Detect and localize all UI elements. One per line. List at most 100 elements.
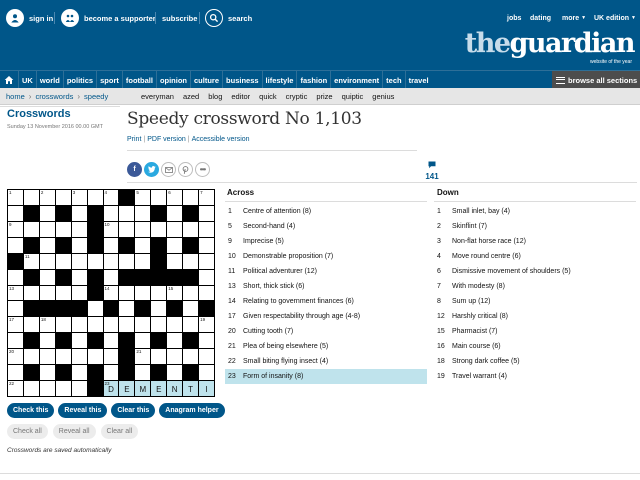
grid-cell[interactable]	[71, 381, 87, 396]
pinterest-icon[interactable]	[178, 162, 193, 177]
down-clue[interactable]: 12 Harshly critical (8)	[434, 309, 636, 324]
breadcrumb-speedy[interactable]: speedy	[84, 92, 108, 101]
grid-cell[interactable]	[87, 349, 103, 365]
check-all-button[interactable]: Check all	[7, 424, 48, 439]
clear-this-button[interactable]: Clear this	[111, 403, 156, 418]
become-supporter-link[interactable]: become a supporter	[61, 7, 156, 29]
nav-item-business[interactable]: business	[222, 71, 262, 89]
grid-cell[interactable]	[167, 365, 183, 381]
email-icon[interactable]	[161, 162, 176, 177]
grid-cell[interactable]	[71, 269, 87, 285]
grid-cell[interactable]: 17	[8, 317, 23, 333]
across-clue[interactable]: 17 Given respectability through age (4-8)	[225, 309, 427, 324]
down-clue[interactable]: 1 Small inlet, bay (4)	[434, 204, 636, 219]
subnav-prize[interactable]: prize	[316, 92, 332, 101]
grid-cell[interactable]	[39, 221, 55, 237]
grid-cell[interactable]	[119, 205, 135, 221]
check-this-button[interactable]: Check this	[7, 403, 55, 418]
nav-item-fashion[interactable]: fashion	[296, 71, 330, 89]
nav-item-world[interactable]: world	[35, 71, 63, 89]
grid-cell[interactable]	[23, 317, 39, 333]
grid-cell[interactable]	[55, 253, 71, 269]
down-clue[interactable]: 18 Strong dark coffee (5)	[434, 354, 636, 369]
grid-cell[interactable]	[119, 301, 135, 317]
grid-cell[interactable]	[167, 317, 183, 333]
crossword-grid[interactable]: 1 2 3 4 5 6 7 9 10 11 13 14 15 17 18 19 20 21 22 23 D E M E N T I	[7, 189, 215, 397]
nav-item-tech[interactable]: tech	[382, 71, 404, 89]
sign-in-link[interactable]: sign in	[6, 7, 53, 29]
clear-all-button[interactable]: Clear all	[100, 424, 139, 439]
grid-cell[interactable]: 15	[167, 285, 183, 301]
subscribe-link[interactable]: subscribe	[162, 7, 197, 29]
grid-cell[interactable]	[71, 333, 87, 349]
grid-cell[interactable]	[151, 221, 167, 237]
dating-link[interactable]: dating	[530, 7, 551, 29]
comments-link[interactable]: 141	[424, 161, 440, 181]
grid-cell[interactable]	[71, 365, 87, 381]
grid-cell[interactable]	[39, 285, 55, 301]
grid-cell[interactable]	[71, 221, 87, 237]
grid-cell[interactable]: 1	[8, 190, 23, 205]
down-clue[interactable]: 16 Main course (6)	[434, 339, 636, 354]
grid-cell[interactable]	[55, 221, 71, 237]
subnav-cryptic[interactable]: cryptic	[286, 92, 308, 101]
grid-cell[interactable]	[103, 365, 119, 381]
across-clue[interactable]: 23 Form of insanity (8)	[225, 369, 427, 384]
grid-cell[interactable]	[103, 333, 119, 349]
grid-cell[interactable]	[39, 365, 55, 381]
nav-item-travel[interactable]: travel	[404, 71, 432, 89]
grid-cell[interactable]	[8, 269, 23, 285]
grid-cell[interactable]: T	[183, 381, 199, 396]
nav-item-football[interactable]: football	[121, 71, 156, 89]
grid-cell[interactable]	[23, 221, 39, 237]
subnav-genius[interactable]: genius	[372, 92, 394, 101]
grid-cell[interactable]	[87, 253, 103, 269]
grid-cell[interactable]	[8, 333, 23, 349]
grid-cell[interactable]	[87, 317, 103, 333]
grid-cell[interactable]	[71, 205, 87, 221]
across-clue[interactable]: 20 Cutting tooth (7)	[225, 324, 427, 339]
twitter-icon[interactable]	[144, 162, 159, 177]
subnav-everyman[interactable]: everyman	[141, 92, 174, 101]
down-clue[interactable]: 15 Pharmacist (7)	[434, 324, 636, 339]
grid-cell[interactable]: 18	[39, 317, 55, 333]
grid-cell[interactable]: 14	[103, 285, 119, 301]
grid-cell[interactable]	[151, 349, 167, 365]
grid-cell[interactable]	[103, 237, 119, 253]
grid-cell[interactable]	[71, 285, 87, 301]
grid-cell[interactable]	[87, 190, 103, 205]
grid-cell[interactable]	[103, 205, 119, 221]
across-clue[interactable]: 14 Relating to government finances (6)	[225, 294, 427, 309]
grid-cell[interactable]	[39, 381, 55, 396]
nav-item-culture[interactable]: culture	[190, 71, 222, 89]
grid-cell[interactable]	[55, 381, 71, 396]
jobs-link[interactable]: jobs	[507, 7, 521, 29]
grid-cell[interactable]: 9	[8, 221, 23, 237]
grid-cell[interactable]	[23, 349, 39, 365]
grid-cell[interactable]: 3	[71, 190, 87, 205]
grid-cell[interactable]: 23 D	[103, 381, 119, 396]
grid-cell[interactable]	[135, 317, 151, 333]
grid-cell[interactable]	[183, 253, 199, 269]
grid-cell[interactable]: 6	[167, 190, 183, 205]
down-clue[interactable]: 6 Dismissive movement of shoulders (5)	[434, 264, 636, 279]
grid-cell[interactable]	[151, 190, 167, 205]
grid-cell[interactable]: 4	[103, 190, 119, 205]
grid-cell[interactable]	[39, 333, 55, 349]
grid-cell[interactable]	[199, 221, 214, 237]
grid-cell[interactable]	[199, 333, 214, 349]
subnav-blog[interactable]: blog	[208, 92, 222, 101]
grid-cell[interactable]: M	[135, 381, 151, 396]
down-clue[interactable]: 4 Move round centre (6)	[434, 249, 636, 264]
grid-cell[interactable]	[151, 301, 167, 317]
grid-cell[interactable]	[183, 190, 199, 205]
grid-cell[interactable]: 10	[103, 221, 119, 237]
across-clue[interactable]: 9 Imprecise (5)	[225, 234, 427, 249]
subnav-azed[interactable]: azed	[183, 92, 199, 101]
grid-cell[interactable]	[39, 253, 55, 269]
subnav-quick[interactable]: quick	[259, 92, 277, 101]
across-clue[interactable]: 11 Political adventurer (12)	[225, 264, 427, 279]
grid-cell[interactable]	[8, 205, 23, 221]
more-share-icon[interactable]: •••	[195, 162, 210, 177]
grid-cell[interactable]	[135, 333, 151, 349]
